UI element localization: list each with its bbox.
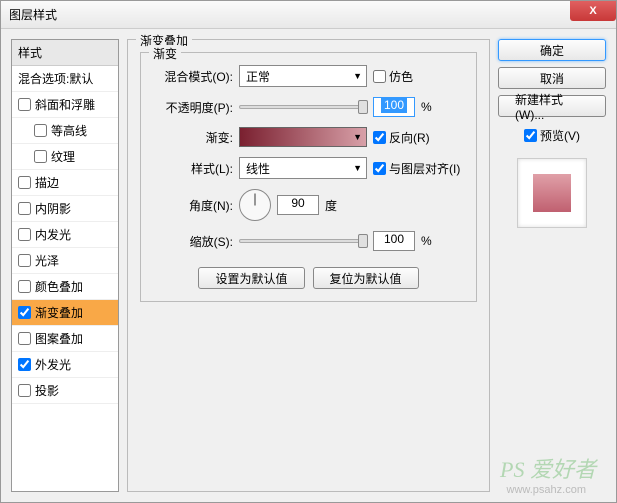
sidebar-item-label: 内阴影	[35, 200, 71, 217]
sidebar-item-label: 图案叠加	[35, 330, 83, 347]
sidebar-checkbox[interactable]	[18, 98, 31, 111]
sidebar-checkbox[interactable]	[18, 358, 31, 371]
sidebar-item-label: 等高线	[51, 122, 87, 139]
align-checkbox[interactable]: 与图层对齐(I)	[373, 160, 460, 177]
sidebar-item-label: 混合选项:默认	[18, 70, 93, 87]
sidebar-item-label: 纹理	[51, 148, 75, 165]
sidebar-item[interactable]: 内阴影	[12, 196, 118, 222]
sidebar-item[interactable]: 内发光	[12, 222, 118, 248]
chevron-down-icon: ▼	[353, 71, 362, 81]
blend-mode-dropdown[interactable]: 正常 ▼	[239, 65, 367, 87]
angle-label: 角度(N):	[153, 197, 233, 214]
ok-button[interactable]: 确定	[498, 39, 606, 61]
sidebar-checkbox[interactable]	[18, 176, 31, 189]
angle-unit: 度	[325, 197, 337, 214]
gradient-picker[interactable]: ▼	[239, 127, 367, 147]
sidebar-checkbox[interactable]	[18, 306, 31, 319]
watermark-logo: PS 爱好者	[500, 452, 596, 484]
sidebar-item[interactable]: 纹理	[12, 144, 118, 170]
main-panel: 渐变叠加 渐变 混合模式(O): 正常 ▼ 仿色	[127, 39, 490, 492]
sidebar-item[interactable]: 光泽	[12, 248, 118, 274]
sidebar-item-label: 外发光	[35, 356, 71, 373]
sidebar-checkbox[interactable]	[18, 254, 31, 267]
scale-unit: %	[421, 234, 432, 248]
preview-label: 预览(V)	[540, 127, 580, 144]
watermark-url: www.psahz.com	[507, 484, 586, 496]
sidebar-checkbox[interactable]	[18, 228, 31, 241]
cancel-button[interactable]: 取消	[498, 67, 606, 89]
slider-thumb[interactable]	[358, 234, 368, 248]
content-area: 样式 混合选项:默认 斜面和浮雕等高线纹理描边内阴影内发光光泽颜色叠加渐变叠加图…	[1, 29, 616, 502]
dialog-window: 图层样式 X 样式 混合选项:默认 斜面和浮雕等高线纹理描边内阴影内发光光泽颜色…	[0, 0, 617, 503]
sidebar-item[interactable]: 斜面和浮雕	[12, 92, 118, 118]
inner-title: 渐变	[149, 45, 181, 62]
style-label: 样式(L):	[153, 160, 233, 177]
close-button[interactable]: X	[570, 1, 616, 21]
scale-label: 缩放(S):	[153, 233, 233, 250]
sidebar-checkbox[interactable]	[18, 384, 31, 397]
sidebar-item[interactable]: 描边	[12, 170, 118, 196]
scale-input[interactable]: 100	[373, 231, 415, 251]
sidebar-checkbox[interactable]	[18, 202, 31, 215]
reset-default-button[interactable]: 复位为默认值	[313, 267, 419, 289]
new-style-button[interactable]: 新建样式(W)...	[498, 95, 606, 117]
sidebar-checkbox[interactable]	[34, 150, 47, 163]
reverse-checkbox[interactable]: 反向(R)	[373, 129, 430, 146]
preview-box	[517, 158, 587, 228]
make-default-button[interactable]: 设置为默认值	[198, 267, 304, 289]
preview-checkbox[interactable]: 预览(V)	[498, 127, 606, 144]
sidebar-checkbox[interactable]	[34, 124, 47, 137]
sidebar-item[interactable]: 等高线	[12, 118, 118, 144]
slider-thumb[interactable]	[358, 100, 368, 114]
sidebar-item-label: 颜色叠加	[35, 278, 83, 295]
blend-mode-label: 混合模式(O):	[153, 68, 233, 85]
scale-slider[interactable]	[239, 239, 367, 243]
opacity-unit: %	[421, 100, 432, 114]
align-input[interactable]	[373, 162, 386, 175]
reverse-label: 反向(R)	[389, 129, 430, 146]
sidebar-item-label: 斜面和浮雕	[35, 96, 95, 113]
gradient-label: 渐变:	[153, 129, 233, 146]
sidebar-item[interactable]: 颜色叠加	[12, 274, 118, 300]
sidebar-checkbox[interactable]	[18, 332, 31, 345]
angle-dial[interactable]	[239, 189, 271, 221]
sidebar-item-label: 光泽	[35, 252, 59, 269]
style-value: 线性	[246, 160, 270, 177]
sidebar-item-label: 内发光	[35, 226, 71, 243]
sidebar-item[interactable]: 外发光	[12, 352, 118, 378]
opacity-input[interactable]: 100	[373, 97, 415, 117]
sidebar-item-label: 描边	[35, 174, 59, 191]
blend-mode-value: 正常	[246, 68, 270, 85]
dither-checkbox[interactable]: 仿色	[373, 68, 413, 85]
angle-input[interactable]: 90	[277, 195, 319, 215]
dither-input[interactable]	[373, 70, 386, 83]
align-label: 与图层对齐(I)	[389, 160, 460, 177]
sidebar-checkbox[interactable]	[18, 280, 31, 293]
opacity-slider[interactable]	[239, 105, 367, 109]
window-title: 图层样式	[9, 6, 57, 23]
sidebar-item[interactable]: 投影	[12, 378, 118, 404]
sidebar-blend-options[interactable]: 混合选项:默认	[12, 66, 118, 92]
gradient-group: 渐变 混合模式(O): 正常 ▼ 仿色 不透明度(P):	[140, 52, 477, 302]
dither-label: 仿色	[389, 68, 413, 85]
chevron-down-icon: ▼	[353, 163, 362, 173]
style-dropdown[interactable]: 线性 ▼	[239, 157, 367, 179]
sidebar-item-label: 渐变叠加	[35, 304, 83, 321]
reverse-input[interactable]	[373, 131, 386, 144]
chevron-down-icon: ▼	[353, 132, 362, 142]
sidebar-item-label: 投影	[35, 382, 59, 399]
titlebar: 图层样式 X	[1, 1, 616, 29]
sidebar-item[interactable]: 图案叠加	[12, 326, 118, 352]
gradient-overlay-section: 渐变叠加 渐变 混合模式(O): 正常 ▼ 仿色	[127, 39, 490, 492]
sidebar-item[interactable]: 渐变叠加	[12, 300, 118, 326]
opacity-label: 不透明度(P):	[153, 99, 233, 116]
preview-input[interactable]	[524, 129, 537, 142]
sidebar-header: 样式	[12, 40, 118, 66]
right-panel: 确定 取消 新建样式(W)... 预览(V)	[498, 39, 606, 492]
styles-sidebar: 样式 混合选项:默认 斜面和浮雕等高线纹理描边内阴影内发光光泽颜色叠加渐变叠加图…	[11, 39, 119, 492]
preview-swatch	[533, 174, 571, 212]
